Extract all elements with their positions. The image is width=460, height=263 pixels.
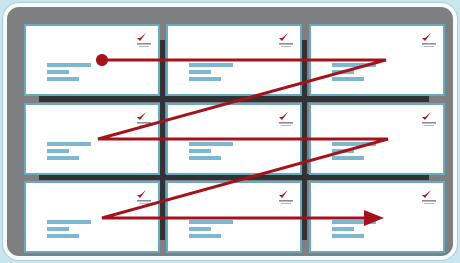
reading-order-diagram xyxy=(24,24,445,253)
path-start-dot xyxy=(96,54,108,66)
